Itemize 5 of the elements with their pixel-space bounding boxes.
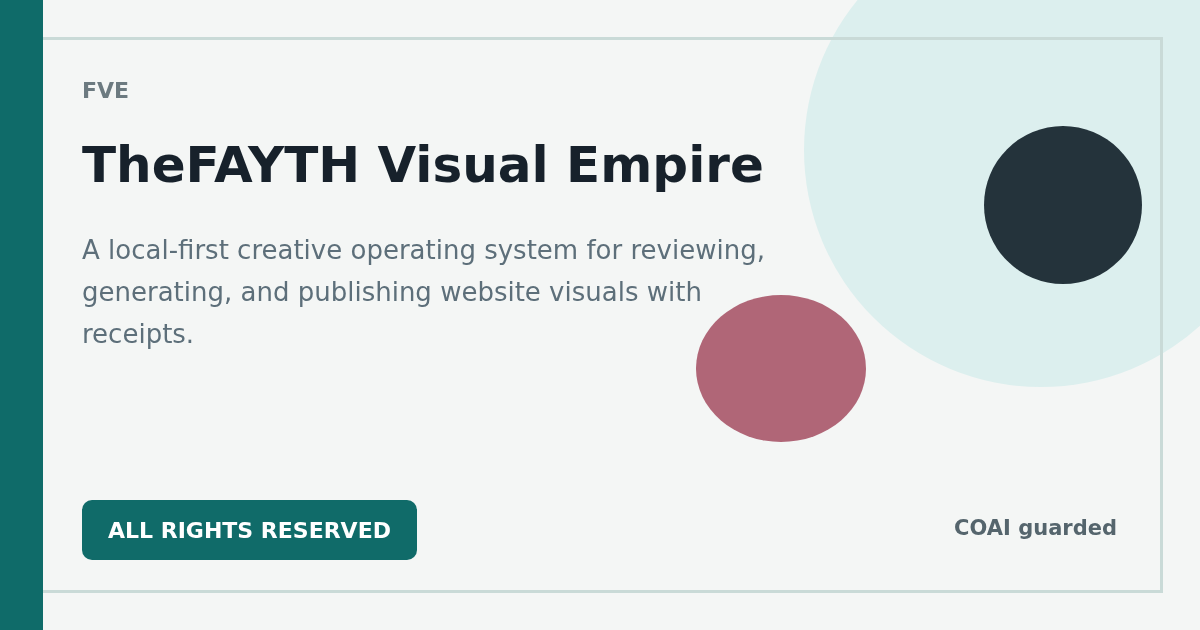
- description: A local-first creative operating system for reviewing, generating, and publishing website visuals with receipts.: [82, 234, 766, 351]
- brand-abbreviation: FVE: [82, 80, 131, 102]
- rights-label: ALL RIGHTS RESERVED: [82, 500, 417, 560]
- footer-note: COAI guarded: [954, 514, 1117, 542]
- headline: TheFAYTH Visual Empire: [82, 138, 765, 193]
